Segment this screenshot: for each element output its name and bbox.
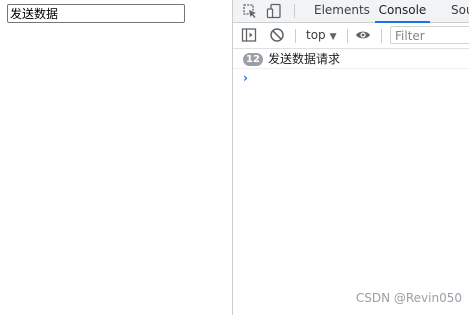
filter-placeholder: Filter — [395, 29, 425, 43]
tab-sources[interactable]: Sou — [451, 0, 469, 22]
console-message-text: 发送数据请求 — [268, 52, 341, 66]
live-expression-icon[interactable] — [355, 27, 371, 43]
watermark: CSDN @Revin050 — [355, 291, 462, 305]
web-page — [0, 0, 232, 315]
repeat-count-badge: 12 — [243, 53, 263, 66]
console-filter-input[interactable]: Filter — [390, 26, 469, 44]
tab-console-label: Console — [378, 3, 427, 17]
tab-separator — [294, 4, 295, 18]
sidebar-toggle-icon[interactable] — [241, 27, 257, 43]
toolbar-separator — [295, 29, 296, 43]
data-input-field[interactable] — [7, 4, 185, 23]
console-output: 12 发送数据请求 › — [233, 49, 469, 315]
device-toolbar-icon[interactable] — [266, 3, 282, 19]
clear-console-icon[interactable] — [269, 27, 285, 43]
devtools-panel: Elements Console Sou top▼ — [232, 0, 469, 315]
context-label: top — [306, 28, 326, 42]
chevron-down-icon: ▼ — [329, 32, 337, 42]
console-message: 12 发送数据请求 — [233, 50, 469, 69]
toolbar-separator — [347, 29, 348, 43]
console-prompt[interactable]: › — [243, 71, 248, 85]
devtools-tab-bar: Elements Console Sou — [233, 0, 469, 23]
inspect-element-icon[interactable] — [242, 3, 258, 19]
execution-context-select[interactable]: top ▼ — [306, 27, 337, 44]
tab-elements[interactable]: Elements — [314, 0, 370, 22]
console-toolbar: top ▼ Filter — [233, 23, 469, 49]
tab-console[interactable]: Console — [375, 0, 430, 23]
toolbar-separator — [381, 29, 382, 43]
